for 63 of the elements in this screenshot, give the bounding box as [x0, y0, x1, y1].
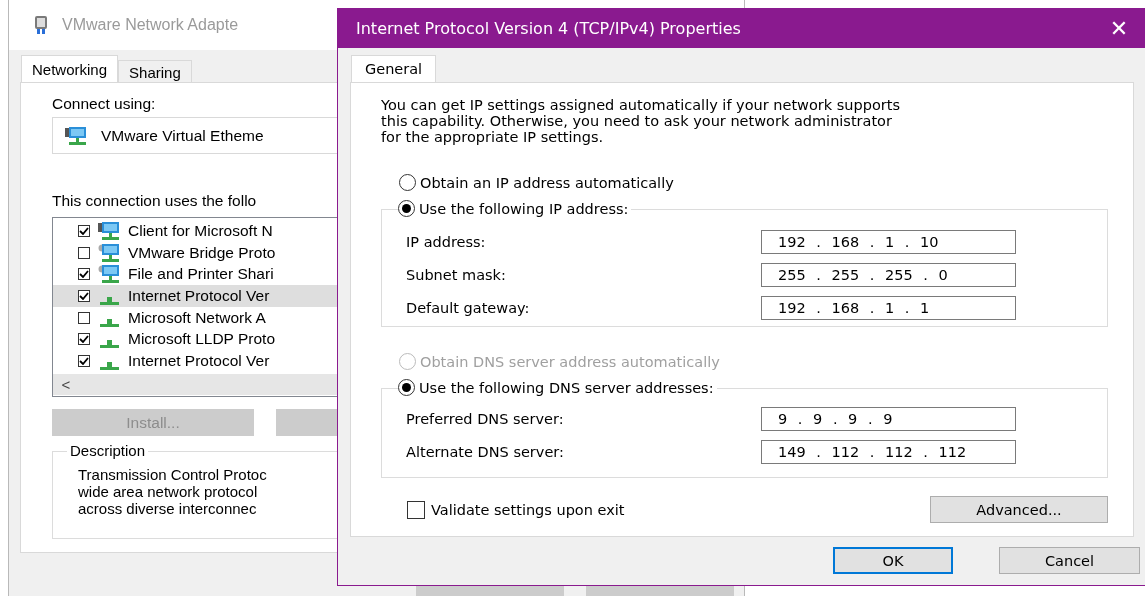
tab[interactable]: Networking	[21, 55, 119, 82]
radio-circle[interactable]	[398, 379, 415, 396]
dialog-title: Internet Protocol Version 4 (TCP/IPv4) Properties	[356, 19, 741, 38]
list-item[interactable]: VMware Bridge Proto	[53, 241, 338, 264]
checkbox[interactable]	[78, 289, 90, 302]
field-label: Alternate DNS server:	[406, 444, 565, 460]
field-label: IP address:	[406, 234, 487, 250]
description-text: Transmission Control Protoc wide area network protocol across diverse interconnec	[78, 466, 267, 517]
network-service-icon	[98, 242, 120, 263]
adapter-name: VMware Virtual Etheme	[101, 126, 264, 145]
protocol-icon	[100, 318, 119, 327]
checkbox[interactable]	[78, 246, 90, 259]
intro-text: You can get IP settings assigned automatically if your network supports this capability. Otherwise, you need to ask your network administrator for the appropriate IP settings.	[381, 97, 901, 145]
network-adapter-icon	[34, 15, 48, 35]
list-item[interactable]: Internet Protocol Ver	[53, 350, 338, 372]
scroll-left-button[interactable]: <	[53, 375, 79, 393]
checkbox[interactable]	[78, 268, 90, 281]
protocol-icon	[100, 340, 119, 349]
validate-checkbox[interactable]: Validate settings upon exit	[407, 500, 625, 519]
list-item[interactable]: Client for Microsoft N	[53, 220, 338, 242]
radio-button[interactable]: Use the following IP address:	[398, 200, 632, 217]
ip-address-field[interactable]: 192 . 168 . 1 . 1	[761, 296, 1016, 320]
field-label: Preferred DNS server:	[406, 411, 565, 427]
close-button[interactable]: ✕	[1096, 15, 1142, 42]
cancel-button[interactable]: Cancel	[999, 547, 1140, 574]
list-item[interactable]: Microsoft Network A	[53, 306, 338, 329]
field-label: Subnet mask:	[406, 267, 507, 283]
tab[interactable]: General	[351, 55, 437, 82]
protocol-icon	[100, 361, 119, 370]
field-label: Default gateway:	[406, 300, 531, 316]
network-client-icon	[98, 220, 120, 241]
checkbox[interactable]	[78, 354, 90, 367]
network-client-icon	[65, 125, 87, 146]
ip-address-field[interactable]: 9 . 9 . 9 . 9	[761, 407, 1016, 431]
radio-button[interactable]: Use the following DNS server addresses:	[398, 379, 717, 396]
tab[interactable]: Sharing	[118, 60, 192, 82]
item-label: Client for Microsoft N	[128, 221, 273, 240]
list-item[interactable]: Internet Protocol Ver	[53, 285, 338, 307]
checkbox[interactable]	[78, 333, 90, 346]
list-item[interactable]: Microsoft LLDP Proto	[53, 328, 338, 351]
checkbox[interactable]	[78, 224, 90, 237]
radio-circle[interactable]	[398, 200, 415, 217]
list-item[interactable]: File and Printer Shari	[53, 263, 338, 286]
protocol-icon	[100, 296, 119, 305]
group-legend: Description	[67, 442, 149, 459]
radio-button[interactable]: Obtain an IP address automatically	[399, 174, 677, 191]
checkbox[interactable]	[78, 311, 90, 324]
item-label: File and Printer Shari	[128, 265, 274, 284]
item-label: VMware Bridge Proto	[128, 243, 276, 262]
item-label: Internet Protocol Ver	[128, 286, 270, 305]
item-label: Microsoft Network A	[128, 308, 266, 327]
ip-address-field[interactable]: 255 . 255 . 255 . 0	[761, 263, 1016, 287]
item-label: Internet Protocol Ver	[128, 351, 270, 370]
window-title: VMware Network Adapte	[62, 16, 239, 34]
ok-button[interactable]: OK	[833, 547, 953, 574]
network-service-icon	[98, 264, 120, 285]
advanced-button[interactable]: Advanced...	[930, 496, 1108, 523]
items-label: This connection uses the follo	[52, 192, 257, 210]
radio-circle[interactable]	[399, 174, 416, 191]
connect-using-label: Connect using:	[52, 95, 156, 113]
ip-address-field[interactable]: 149 . 112 . 112 . 112	[761, 440, 1016, 464]
ip-address-field[interactable]: 192 . 168 . 1 . 10	[761, 230, 1016, 254]
item-label: Microsoft LLDP Proto	[128, 330, 276, 349]
